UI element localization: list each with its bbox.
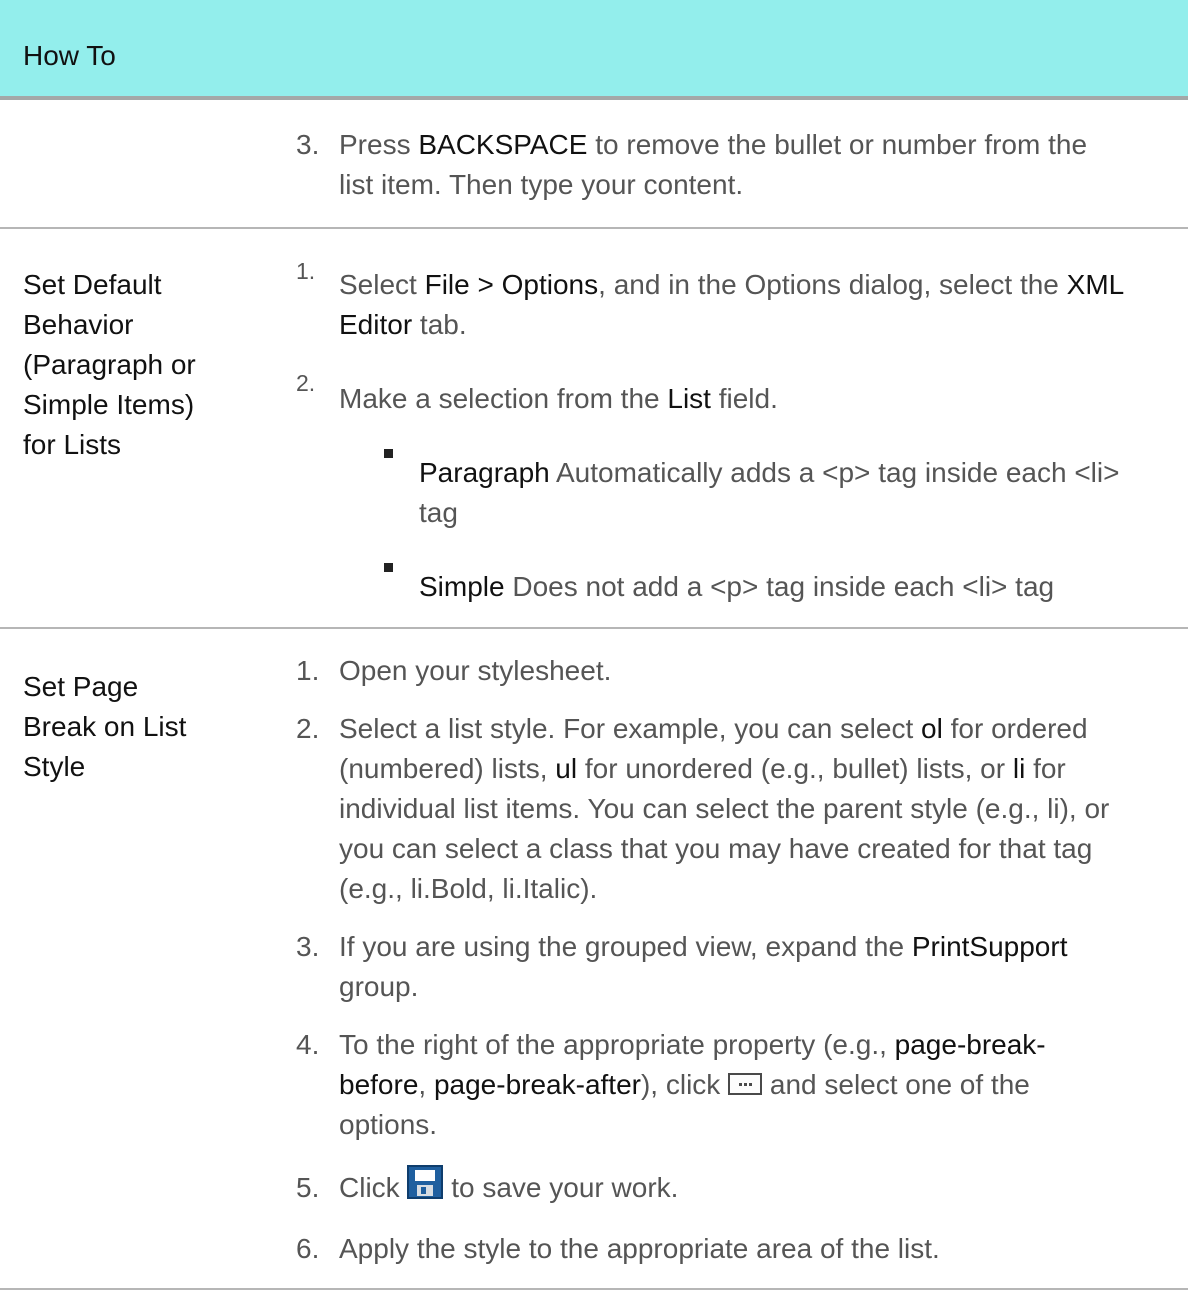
step-text: Press BACKSPACE to remove the bullet or … (339, 125, 1087, 165)
step-text-part: Click (339, 1172, 408, 1203)
property-name: page-break- (894, 1029, 1046, 1060)
bullet-square-icon (384, 449, 393, 458)
step-number: 3. (296, 931, 320, 962)
row-label-line: Set Default (23, 269, 162, 300)
step-text: If you are using the grouped view, expan… (339, 927, 1067, 967)
step-text-continued: options. (339, 1109, 438, 1140)
step-text-part: Select (339, 269, 425, 300)
tag-name: ol (921, 713, 943, 744)
step-text-part: and select one of the (762, 1069, 1030, 1100)
bullet-text-continued: tag (419, 497, 458, 528)
menu-path: File > Options (424, 269, 599, 300)
step-text-part: to remove the bullet or number from the (587, 129, 1088, 160)
step-text-continued: (e.g., li.Bold, li.Italic). (339, 873, 598, 904)
step-text-part: If you are using the grouped view, expan… (339, 931, 912, 962)
bullet-text: Paragraph Automatically adds a <p> tag i… (419, 453, 1119, 493)
row-label-line: Simple Items) (23, 389, 195, 420)
save-disk-icon (407, 1164, 444, 1199)
step-number: 1. (296, 655, 320, 686)
step-text-continued: you can select a class that you may have… (339, 833, 1093, 864)
step-text: Select a list style. For example, you ca… (339, 709, 1088, 749)
step-text-part: for unordered (e.g., bullet) lists, or (577, 753, 1013, 784)
bullet-text-part: Automatically adds a <p> tag inside each… (549, 457, 1120, 488)
step-text-part: field. (710, 383, 778, 414)
step-text-part: , (418, 1069, 434, 1100)
field-name: List (667, 383, 711, 414)
option-name: Simple (419, 571, 505, 602)
bullet-text-part: Does not add a <p> tag inside each <li> … (504, 571, 1055, 602)
table-header: How To (0, 0, 1188, 100)
tag-name: ul (555, 753, 578, 784)
step-text-part: to save your work. (443, 1172, 679, 1203)
step-text-continued: individual list items. You can select th… (339, 793, 1110, 824)
row-label-line: Break on List (23, 711, 187, 742)
ellipsis-browse-icon (728, 1072, 763, 1095)
step-number: 5. (296, 1172, 320, 1203)
step-text-part: To the right of the appropriate property… (339, 1029, 895, 1060)
bullet-text: Simple Does not add a <p> tag inside eac… (419, 567, 1054, 607)
step-number: 1. (296, 258, 316, 284)
step-text-part: Select a list style. For example, you ca… (339, 713, 922, 744)
row-label-line: Style (23, 751, 86, 782)
bullet-square-icon (384, 563, 393, 572)
step-text-continued: (numbered) lists, ul for unordered (e.g.… (339, 749, 1066, 789)
step-text-part: (numbered) lists, (339, 753, 556, 784)
step-text: Open your stylesheet. (339, 655, 612, 686)
step-text-part: tab. (412, 309, 467, 340)
header-title: How To (23, 40, 116, 71)
step-number: 4. (296, 1029, 320, 1060)
property-name: page-break-after (433, 1069, 641, 1100)
step-number: 2. (296, 713, 320, 744)
step-text: Click to save your work. (339, 1164, 679, 1208)
row-divider (0, 627, 1188, 629)
row-label-line: Set Page (23, 671, 139, 702)
step-text-part: , and in the Options dialog, select the (598, 269, 1067, 300)
step-text-part: Make a selection from the (339, 383, 668, 414)
step-text-continued: list item. Then type your content. (339, 169, 744, 200)
row-divider (0, 1288, 1188, 1290)
step-text: Make a selection from the List field. (339, 379, 778, 419)
group-name: PrintSupport (911, 931, 1068, 962)
tag-name: li (1012, 753, 1026, 784)
step-text-part: Press (339, 129, 419, 160)
option-name: Paragraph (419, 457, 550, 488)
step-text: Select File > Options, and in the Option… (339, 265, 1124, 305)
step-text-continued: group. (339, 971, 419, 1002)
key-name: BACKSPACE (418, 129, 588, 160)
step-text-continued: Editor tab. (339, 305, 467, 345)
step-text-part: for ordered (942, 713, 1088, 744)
step-text: Apply the style to the appropriate area … (339, 1233, 940, 1264)
step-text: To the right of the appropriate property… (339, 1025, 1046, 1065)
step-number: 3. (296, 129, 320, 160)
step-text-part: for (1025, 753, 1066, 784)
property-name: before (339, 1069, 419, 1100)
tab-name: XML (1066, 269, 1125, 300)
step-text-part: ), click (640, 1069, 729, 1100)
step-text-continued: before, page-break-after), click and sel… (339, 1065, 1030, 1105)
step-number: 2. (296, 370, 316, 396)
row-label-line: (Paragraph or (23, 349, 196, 380)
tab-name: Editor (339, 309, 413, 340)
step-number: 6. (296, 1233, 320, 1264)
row-label-line: Behavior (23, 309, 134, 340)
row-divider (0, 227, 1188, 229)
row-label-line: for Lists (23, 429, 122, 460)
